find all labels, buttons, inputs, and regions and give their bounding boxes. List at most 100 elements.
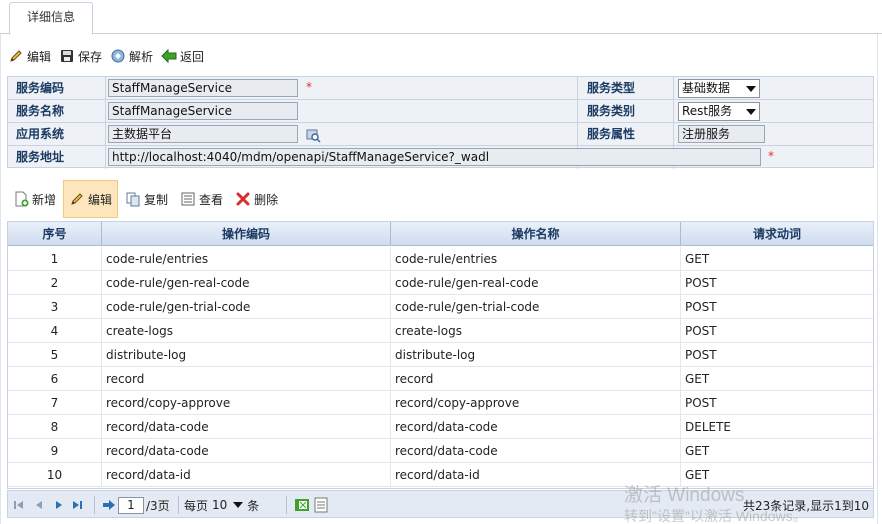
header-index[interactable]: 序号 [8,222,102,246]
row-verb: GET [685,444,710,458]
service-url-field[interactable]: http://localhost:4040/mdm/openapi/StaffM… [108,148,761,166]
per-page-suffix: 条 [247,498,260,513]
go-arrow-icon[interactable] [102,498,116,512]
row-op-name: code-rule/gen-trial-code [391,295,681,319]
table-row[interactable]: 9 record/data-code record/data-code GET [8,439,873,463]
prev-page-icon[interactable] [32,497,46,513]
parse-label: 解析 [129,49,154,64]
back-label: 返回 [180,49,205,64]
back-button[interactable]: 返回 [161,48,204,65]
add-button[interactable]: 新增 [8,180,61,218]
delete-label: 删除 [254,192,279,207]
row-op-code: record/data-code [102,439,391,463]
row-verb: POST [685,276,717,290]
lookup-icon[interactable] [305,127,321,146]
view-button[interactable]: 查看 [175,180,228,218]
row-op-code: record [102,367,391,391]
export-doc-icon[interactable] [314,497,328,513]
row-op-name: record [391,367,681,391]
parse-button[interactable]: 解析 [110,48,153,65]
form-row-app: 应用系统 主数据平台 服务属性 注册服务 [8,123,873,146]
save-button[interactable]: 保存 [59,48,102,65]
row-index: 10 [8,463,102,487]
top-toolbar: 编辑 保存 解析 返回 [8,44,212,68]
row-index: 2 [8,271,102,295]
chevron-down-icon [746,109,756,115]
row-op-code: record/data-code [102,415,391,439]
operations-grid: 序号 操作编码 操作名称 请求动词 1 code-rule/entries code… [7,221,874,489]
save-label: 保存 [78,49,103,64]
last-page-icon[interactable] [70,497,84,513]
grid-edit-button[interactable]: 编辑 [63,180,119,218]
row-verb: GET [685,252,710,266]
header-op-code[interactable]: 操作编码 [102,222,391,246]
first-page-icon[interactable] [12,497,26,513]
row-index: 3 [8,295,102,319]
table-row[interactable]: 7 record/copy-approve record/copy-approve P… [8,391,873,415]
header-verb[interactable]: 请求动词 [681,222,873,246]
activation-watermark-hint: 转到"设置"以激活 Windows。 [624,508,807,524]
copy-label: 复制 [144,192,169,207]
service-name-field[interactable]: StaffManageService [108,102,298,120]
row-index: 9 [8,439,102,463]
chevron-down-icon [746,86,756,92]
pencil-icon [69,191,85,207]
row-op-name: record/data-code [391,415,681,439]
per-page-prefix: 每页 [184,498,209,513]
table-row[interactable]: 2 code-rule/gen-real-code code-rule/gen-re… [8,271,873,295]
page-number-input[interactable]: 1 [118,496,144,514]
row-op-name: distribute-log [391,343,681,367]
page-size-value: 10 [212,498,228,512]
row-verb: DELETE [685,420,732,434]
grid-header: 序号 操作编码 操作名称 请求动词 [8,222,873,246]
pager-divider [178,496,179,514]
row-op-name: code-rule/gen-real-code [391,271,681,295]
view-list-icon [180,191,196,207]
row-verb: POST [685,300,717,314]
table-row[interactable]: 8 record/data-code record/data-code DELETE [8,415,873,439]
total-pages: /3页 [146,498,170,513]
service-code-field[interactable]: StaffManageService [108,79,298,97]
row-op-code: code-rule/gen-real-code [102,271,391,295]
row-verb: POST [685,324,717,338]
row-verb: POST [685,348,717,362]
edit-label: 编辑 [27,49,52,64]
view-label: 查看 [199,192,224,207]
table-row[interactable]: 6 record record GET [8,367,873,391]
service-attr-field[interactable]: 注册服务 [678,125,765,143]
row-op-code: record/copy-approve [102,391,391,415]
tab-details[interactable]: 详细信息 [9,2,93,35]
row-index: 6 [8,367,102,391]
service-type-select[interactable]: 基础数据 [678,79,760,98]
app-system-field[interactable]: 主数据平台 [108,125,298,143]
table-row[interactable]: 1 code-rule/entries code-rule/entries GET [8,247,873,271]
copy-button[interactable]: 复制 [120,180,173,218]
delete-button[interactable]: 删除 [230,180,283,218]
table-row[interactable]: 3 code-rule/gen-trial-code code-rule/gen-t… [8,295,873,319]
header-op-name[interactable]: 操作名称 [391,222,681,246]
page-size-select[interactable]: 10 [212,497,244,514]
form-row-name: 服务名称 StaffManageService 服务类别 Rest服务 [8,100,873,123]
activation-watermark-title: 激活 Windows [624,485,745,506]
edit-button[interactable]: 编辑 [8,48,51,65]
table-row[interactable]: 4 create-logs create-logs POST [8,319,873,343]
floppy-icon [59,48,75,64]
service-category-value: Rest服务 [682,104,733,118]
parse-icon [110,48,126,64]
grid-toolbar: 新增 编辑 复制 查看 删除 [8,180,285,218]
service-type-label: 服务类型 [587,81,636,95]
row-op-code: code-rule/entries [102,247,391,271]
row-verb: POST [685,396,717,410]
row-index: 1 [8,247,102,271]
required-mark: * [768,149,774,163]
pencil-icon [8,48,24,64]
export-excel-icon[interactable] [294,497,310,513]
row-verb: GET [685,372,710,386]
service-form: 服务编码 StaffManageService * 服务类型 基础数据 服务名称… [7,76,874,169]
service-category-select[interactable]: Rest服务 [678,102,760,121]
next-page-icon[interactable] [52,497,66,513]
table-row[interactable]: 5 distribute-log distribute-log POST [8,343,873,367]
service-type-value: 基础数据 [682,81,731,95]
tab-strip: 详细信息 [0,0,882,35]
page-size: 每页 10 条 [184,497,259,513]
